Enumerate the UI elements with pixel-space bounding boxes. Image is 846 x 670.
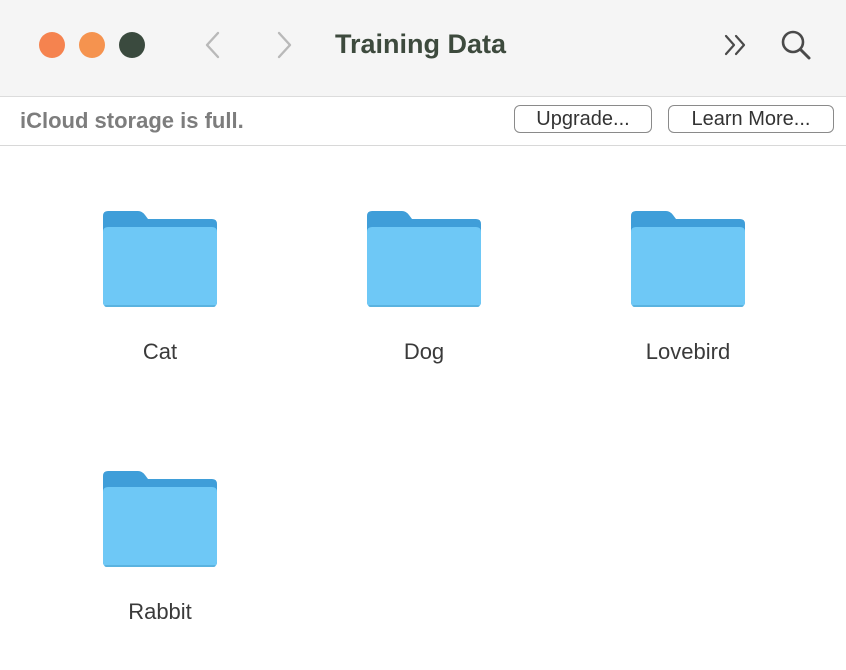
storage-banner: iCloud storage is full. Upgrade... Learn… xyxy=(0,97,846,146)
toolbar-overflow-button[interactable] xyxy=(716,26,756,64)
folder-item-cat[interactable]: Cat xyxy=(60,146,260,364)
learn-more-button[interactable]: Learn More... xyxy=(668,105,834,133)
window-title: Training Data xyxy=(335,29,507,59)
folder-label: Cat xyxy=(142,339,178,364)
zoom-window-button[interactable] xyxy=(119,32,145,58)
folder-label: Lovebird xyxy=(645,339,731,364)
search-button[interactable] xyxy=(776,26,816,64)
storage-full-message: iCloud storage is full. xyxy=(20,108,244,133)
chevron-right-icon xyxy=(277,31,292,59)
folder-label: Rabbit xyxy=(128,599,192,624)
folder-icon xyxy=(103,471,217,567)
close-window-button[interactable] xyxy=(39,32,65,58)
finder-window: Training Data iCloud storage is full. Up… xyxy=(0,0,846,670)
double-chevron-right-icon xyxy=(724,34,746,56)
magnifying-glass-icon xyxy=(781,30,811,60)
folder-icon xyxy=(631,211,745,307)
folder-icon xyxy=(103,211,217,307)
forward-button[interactable] xyxy=(264,26,304,64)
chevron-left-icon xyxy=(205,31,220,59)
folder-grid: Cat Dog Lovebird Rabbit xyxy=(0,146,846,670)
upgrade-button[interactable]: Upgrade... xyxy=(514,105,652,133)
back-button[interactable] xyxy=(193,26,233,64)
toolbar: Training Data xyxy=(0,0,846,97)
minimize-window-button[interactable] xyxy=(79,32,105,58)
folder-icon xyxy=(367,211,481,307)
folder-item-dog[interactable]: Dog xyxy=(324,146,524,364)
folder-item-rabbit[interactable]: Rabbit xyxy=(60,406,260,624)
folder-item-lovebird[interactable]: Lovebird xyxy=(588,146,788,364)
folder-label: Dog xyxy=(403,339,445,364)
